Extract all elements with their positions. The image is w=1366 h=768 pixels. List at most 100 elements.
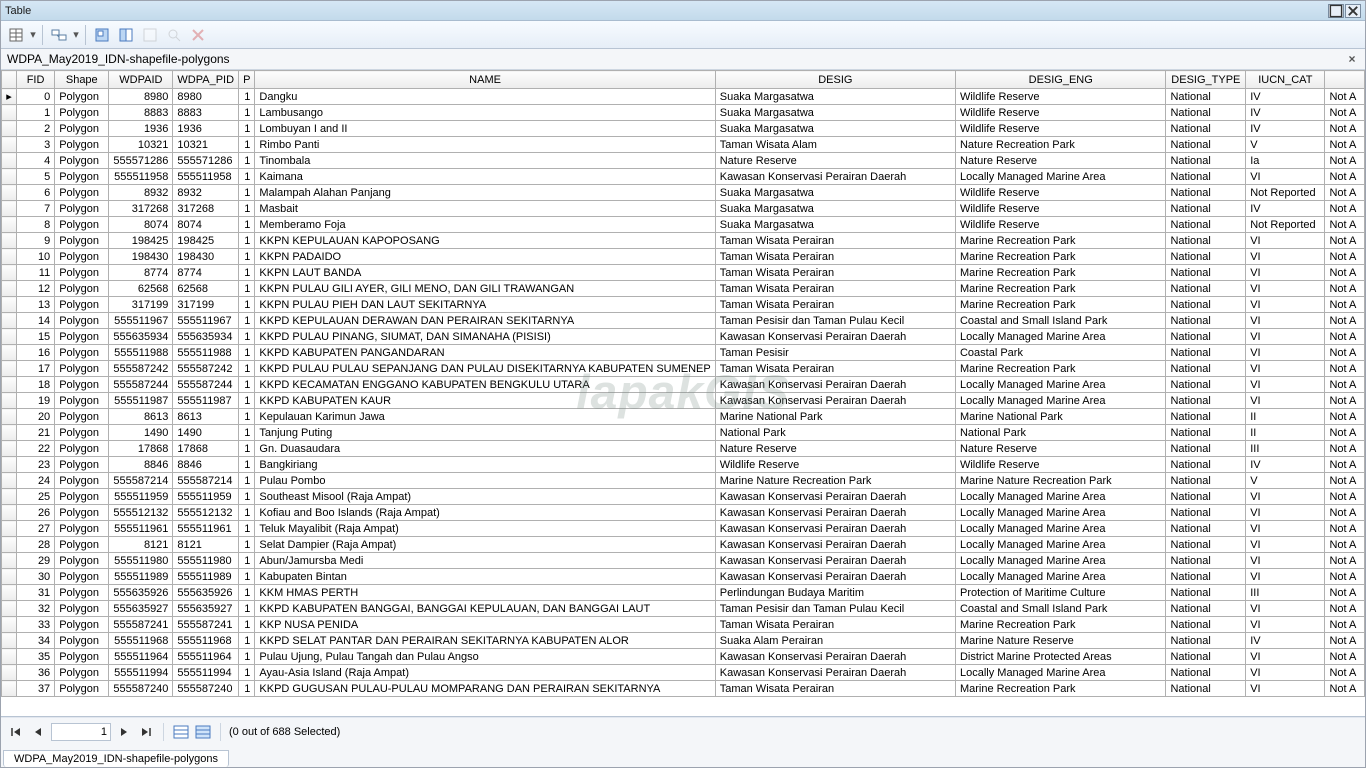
column-header-EXTRA[interactable] <box>1325 71 1365 89</box>
cell-DESIG[interactable]: Nature Reserve <box>715 441 955 457</box>
cell-IUCN_CAT[interactable]: III <box>1246 441 1325 457</box>
cell-NAME[interactable]: KKPD KECAMATAN ENGGANO KABUPATEN BENGKUL… <box>255 377 715 393</box>
row-selector[interactable] <box>2 249 17 265</box>
table-row[interactable]: ▸0Polygon898089801DangkuSuaka Margasatwa… <box>2 89 1365 105</box>
row-selector[interactable] <box>2 665 17 681</box>
table-row[interactable]: 31Polygon5556359265556359261KKM HMAS PER… <box>2 585 1365 601</box>
cell-FID[interactable]: 30 <box>16 569 54 585</box>
table-row[interactable]: 7Polygon3172683172681MasbaitSuaka Margas… <box>2 201 1365 217</box>
cell-Shape[interactable]: Polygon <box>55 169 109 185</box>
cell-DESIG[interactable]: Kawasan Konservasi Perairan Daerah <box>715 649 955 665</box>
cell-EXTRA[interactable]: Not A <box>1325 137 1365 153</box>
cell-P[interactable]: 1 <box>239 121 255 137</box>
row-selector[interactable] <box>2 681 17 697</box>
table-row[interactable]: 36Polygon5555119945555119941Ayau-Asia Is… <box>2 665 1365 681</box>
cell-EXTRA[interactable]: Not A <box>1325 473 1365 489</box>
cell-DESIG_ENG[interactable]: Nature Reserve <box>955 441 1165 457</box>
table-row[interactable]: 8Polygon807480741Memberamo FojaSuaka Mar… <box>2 217 1365 233</box>
cell-IUCN_CAT[interactable]: V <box>1246 473 1325 489</box>
cell-DESIG[interactable]: Suaka Margasatwa <box>715 89 955 105</box>
cell-FID[interactable]: 0 <box>16 89 54 105</box>
cell-DESIG_ENG[interactable]: Locally Managed Marine Area <box>955 169 1165 185</box>
cell-WDPAID[interactable]: 8074 <box>109 217 173 233</box>
cell-DESIG_ENG[interactable]: Locally Managed Marine Area <box>955 329 1165 345</box>
cell-DESIG_TYPE[interactable]: National <box>1166 649 1246 665</box>
cell-DESIG[interactable]: Kawasan Konservasi Perairan Daerah <box>715 489 955 505</box>
cell-NAME[interactable]: KKM HMAS PERTH <box>255 585 715 601</box>
cell-NAME[interactable]: Lambusango <box>255 105 715 121</box>
row-selector[interactable] <box>2 281 17 297</box>
row-selector[interactable] <box>2 505 17 521</box>
cell-P[interactable]: 1 <box>239 89 255 105</box>
cell-DESIG_ENG[interactable]: Marine Recreation Park <box>955 249 1165 265</box>
row-selector[interactable] <box>2 649 17 665</box>
cell-IUCN_CAT[interactable]: VI <box>1246 329 1325 345</box>
cell-WDPAID[interactable]: 198425 <box>109 233 173 249</box>
table-row[interactable]: 32Polygon5556359275556359271KKPD KABUPAT… <box>2 601 1365 617</box>
cell-DESIG_TYPE[interactable]: National <box>1166 217 1246 233</box>
cell-WDPAID[interactable]: 555587244 <box>109 377 173 393</box>
table-row[interactable]: 15Polygon5556359345556359341KKPD PULAU P… <box>2 329 1365 345</box>
cell-IUCN_CAT[interactable]: VI <box>1246 377 1325 393</box>
cell-P[interactable]: 1 <box>239 473 255 489</box>
cell-NAME[interactable]: Kofiau and Boo Islands (Raja Ampat) <box>255 505 715 521</box>
table-row[interactable]: 35Polygon5555119645555119641Pulau Ujung,… <box>2 649 1365 665</box>
table-row[interactable]: 29Polygon5555119805555119801Abun/Jamursb… <box>2 553 1365 569</box>
cell-P[interactable]: 1 <box>239 105 255 121</box>
cell-Shape[interactable]: Polygon <box>55 505 109 521</box>
cell-FID[interactable]: 15 <box>16 329 54 345</box>
cell-DESIG_TYPE[interactable]: National <box>1166 521 1246 537</box>
cell-WDPA_PID[interactable]: 317199 <box>173 297 239 313</box>
cell-FID[interactable]: 14 <box>16 313 54 329</box>
cell-P[interactable]: 1 <box>239 297 255 313</box>
cell-WDPA_PID[interactable]: 555511994 <box>173 665 239 681</box>
cell-DESIG_ENG[interactable]: Nature Reserve <box>955 153 1165 169</box>
cell-DESIG_ENG[interactable]: Marine Recreation Park <box>955 281 1165 297</box>
row-selector[interactable]: ▸ <box>2 89 17 105</box>
cell-P[interactable]: 1 <box>239 601 255 617</box>
cell-Shape[interactable]: Polygon <box>55 537 109 553</box>
cell-P[interactable]: 1 <box>239 361 255 377</box>
cell-WDPA_PID[interactable]: 555587242 <box>173 361 239 377</box>
row-selector[interactable] <box>2 377 17 393</box>
cell-WDPAID[interactable]: 198430 <box>109 249 173 265</box>
cell-DESIG_ENG[interactable]: Marine Recreation Park <box>955 265 1165 281</box>
cell-WDPAID[interactable]: 1490 <box>109 425 173 441</box>
cell-WDPAID[interactable]: 8883 <box>109 105 173 121</box>
cell-FID[interactable]: 36 <box>16 665 54 681</box>
row-selector[interactable] <box>2 105 17 121</box>
cell-FID[interactable]: 10 <box>16 249 54 265</box>
table-row[interactable]: 9Polygon1984251984251KKPN KEPULAUAN KAPO… <box>2 233 1365 249</box>
cell-EXTRA[interactable]: Not A <box>1325 681 1365 697</box>
cell-WDPA_PID[interactable]: 8846 <box>173 457 239 473</box>
cell-WDPA_PID[interactable]: 17868 <box>173 441 239 457</box>
cell-P[interactable]: 1 <box>239 489 255 505</box>
cell-WDPA_PID[interactable]: 555635926 <box>173 585 239 601</box>
cell-DESIG_TYPE[interactable]: National <box>1166 233 1246 249</box>
cell-DESIG_TYPE[interactable]: National <box>1166 441 1246 457</box>
cell-IUCN_CAT[interactable]: IV <box>1246 105 1325 121</box>
cell-DESIG_ENG[interactable]: Locally Managed Marine Area <box>955 393 1165 409</box>
cell-IUCN_CAT[interactable]: Not Reported <box>1246 217 1325 233</box>
cell-P[interactable]: 1 <box>239 377 255 393</box>
cell-FID[interactable]: 3 <box>16 137 54 153</box>
cell-IUCN_CAT[interactable]: VI <box>1246 345 1325 361</box>
cell-IUCN_CAT[interactable]: Ia <box>1246 153 1325 169</box>
cell-EXTRA[interactable]: Not A <box>1325 329 1365 345</box>
cell-NAME[interactable]: Memberamo Foja <box>255 217 715 233</box>
cell-DESIG_TYPE[interactable]: National <box>1166 537 1246 553</box>
cell-FID[interactable]: 25 <box>16 489 54 505</box>
cell-P[interactable]: 1 <box>239 553 255 569</box>
cell-DESIG_ENG[interactable]: Locally Managed Marine Area <box>955 521 1165 537</box>
column-header-WDPAID[interactable]: WDPAID <box>109 71 173 89</box>
show-selected-records-button[interactable] <box>194 723 212 741</box>
cell-DESIG_ENG[interactable]: Coastal and Small Island Park <box>955 313 1165 329</box>
cell-DESIG[interactable]: Taman Wisata Alam <box>715 137 955 153</box>
cell-EXTRA[interactable]: Not A <box>1325 345 1365 361</box>
cell-Shape[interactable]: Polygon <box>55 265 109 281</box>
cell-Shape[interactable]: Polygon <box>55 601 109 617</box>
cell-EXTRA[interactable]: Not A <box>1325 89 1365 105</box>
cell-DESIG[interactable]: Taman Wisata Perairan <box>715 233 955 249</box>
cell-P[interactable]: 1 <box>239 249 255 265</box>
cell-FID[interactable]: 8 <box>16 217 54 233</box>
